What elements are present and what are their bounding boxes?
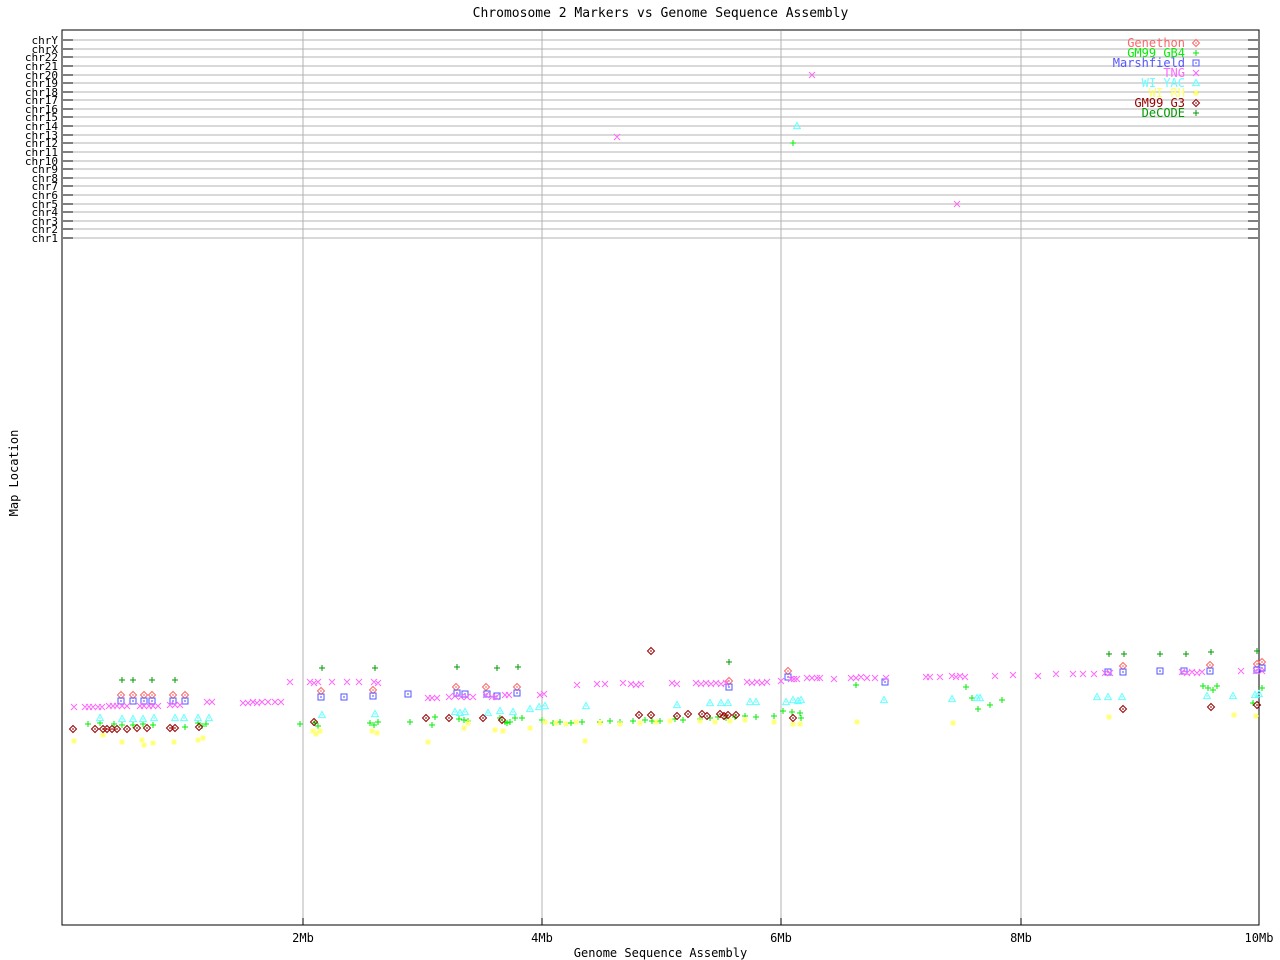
x-tick-label: 8Mb [1010,931,1032,945]
x-tick-label: 10Mb [1245,931,1274,945]
x-tick-label: 6Mb [770,931,792,945]
series-genethon [116,657,1267,700]
x-tick-label: 2Mb [292,931,314,945]
axis-frame [61,29,1260,926]
chromosome-label: chr1 [32,232,59,245]
series-tng [70,71,1266,711]
legend-marker-gm99-g3-dots [1195,102,1197,104]
plot-area: chrYchrXchr22chr21chr20chr19chr18chr17ch… [25,29,1274,945]
legend-label-decode: DeCODE [1142,106,1185,120]
legend-marker-wi-rh [1193,90,1199,96]
series-genethon-dots [120,661,1263,696]
series-gm99-g3 [68,646,1262,734]
legend-marker-wi-yac-dots [1195,82,1197,84]
series-decode [119,648,1260,683]
chart-canvas: Chromosome 2 Markers vs Genome Sequence … [0,0,1280,960]
series-marshfield [117,664,1266,705]
x-tick-label: 4Mb [531,931,553,945]
series-gm99-g3-dots [72,650,1258,730]
legend-marker-gm99-gb4 [1193,50,1199,56]
legend-marker-decode [1193,110,1199,116]
series-wi-rh [71,712,1259,748]
legend-marker-genethon-dots [1195,42,1197,44]
series-marshfield-dots [120,667,1263,702]
series-wi-yac-dots [99,125,1260,720]
legend-marker-marshfield-dots [1195,62,1197,64]
